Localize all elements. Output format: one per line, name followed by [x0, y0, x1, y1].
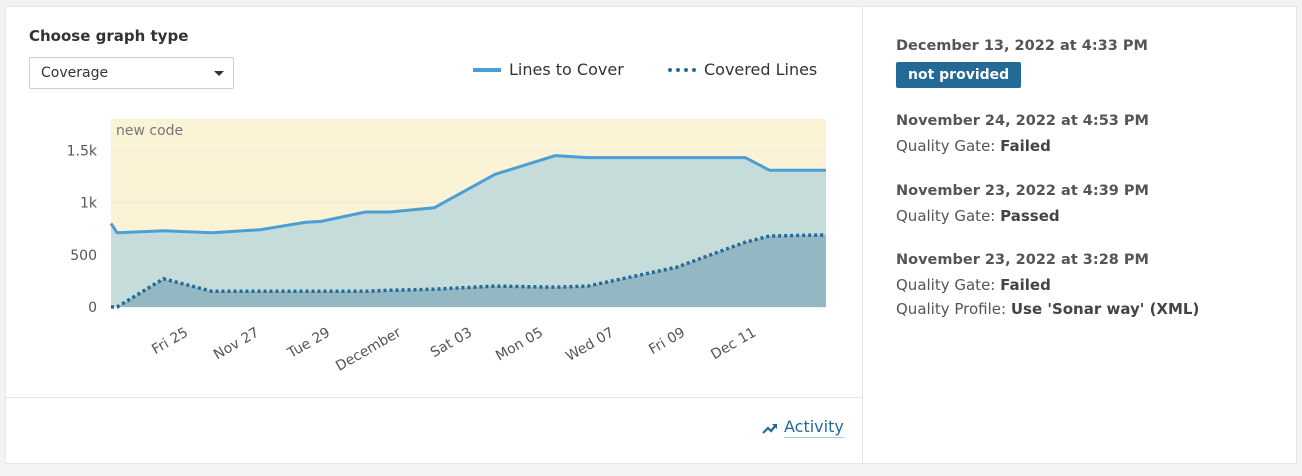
history-entry: November 23, 2022 at 3:28 PM Quality Gat…	[896, 252, 1199, 318]
coverage-chart: new code 0 500 1k 1.5k Fri 25 Nov 27 Tue 29 Dece…	[67, 119, 827, 375]
history-date: December 13, 2022 at 4:33 PM	[896, 38, 1148, 54]
legend-label: Lines to Cover	[509, 60, 624, 79]
quality-profile-label: Quality Profile:	[896, 300, 1007, 318]
x-tick-label: December	[333, 324, 404, 374]
history-entry: December 13, 2022 at 4:33 PM not provide…	[896, 38, 1148, 88]
x-tick-label: Tue 29	[284, 325, 333, 362]
graph-type-select-value: Coverage	[41, 65, 109, 81]
divider	[6, 397, 863, 398]
x-tick-label: Wed 07	[563, 325, 617, 365]
x-tick-label: Dec 11	[708, 325, 759, 364]
activity-link-label: Activity	[784, 417, 844, 438]
legend-covered-lines[interactable]: Covered Lines	[668, 60, 817, 79]
quality-gate-status: Failed	[1000, 137, 1051, 155]
quality-gate-status: Passed	[1000, 207, 1060, 225]
trend-icon	[762, 423, 777, 434]
history-date: November 23, 2022 at 4:39 PM	[896, 183, 1149, 199]
x-tick-label: Fri 09	[646, 325, 688, 358]
history-date: November 24, 2022 at 4:53 PM	[896, 113, 1149, 129]
graph-type-title: Choose graph type	[29, 27, 189, 45]
graph-panel: Choose graph type Coverage Lines to Cove…	[6, 7, 863, 463]
x-tick-label: Mon 05	[493, 325, 546, 365]
y-tick-label: 1k	[80, 196, 98, 212]
legend-label: Covered Lines	[704, 60, 818, 79]
chevron-down-icon	[214, 71, 224, 76]
quality-gate-label: Quality Gate:	[896, 137, 996, 155]
new-code-label: new code	[116, 123, 183, 139]
quality-gate-line: Quality Gate: Failed	[896, 276, 1199, 294]
y-tick-label: 500	[70, 248, 97, 264]
quality-gate-line: Quality Gate: Failed	[896, 137, 1149, 155]
dotted-line-swatch-icon	[668, 67, 696, 72]
graph-type-select[interactable]: Coverage	[29, 57, 234, 89]
x-tick-label: Fri 25	[149, 325, 191, 358]
version-badge: not provided	[896, 62, 1022, 88]
legend-lines-to-cover[interactable]: Lines to Cover	[473, 60, 624, 79]
quality-gate-status: Failed	[1000, 276, 1051, 294]
quality-gate-line: Quality Gate: Passed	[896, 207, 1149, 225]
quality-gate-label: Quality Gate:	[896, 276, 996, 294]
y-tick-label: 0	[88, 300, 97, 316]
y-tick-label: 1.5k	[67, 143, 98, 159]
activity-link[interactable]: Activity	[762, 417, 844, 438]
quality-profile-value: Use 'Sonar way' (XML)	[1010, 300, 1200, 318]
quality-gate-label: Quality Gate:	[896, 207, 996, 225]
quality-profile-line: Quality Profile: Use 'Sonar way' (XML)	[896, 300, 1199, 318]
history-date: November 23, 2022 at 3:28 PM	[896, 252, 1149, 268]
project-activity-card: Choose graph type Coverage Lines to Cove…	[5, 6, 1297, 464]
history-entry: November 23, 2022 at 4:39 PM Quality Gat…	[896, 183, 1149, 225]
x-tick-label: Sat 03	[428, 325, 475, 361]
history-entry: November 24, 2022 at 4:53 PM Quality Gat…	[896, 113, 1149, 155]
solid-line-swatch-icon	[473, 67, 501, 72]
x-tick-label: Nov 27	[211, 325, 262, 364]
